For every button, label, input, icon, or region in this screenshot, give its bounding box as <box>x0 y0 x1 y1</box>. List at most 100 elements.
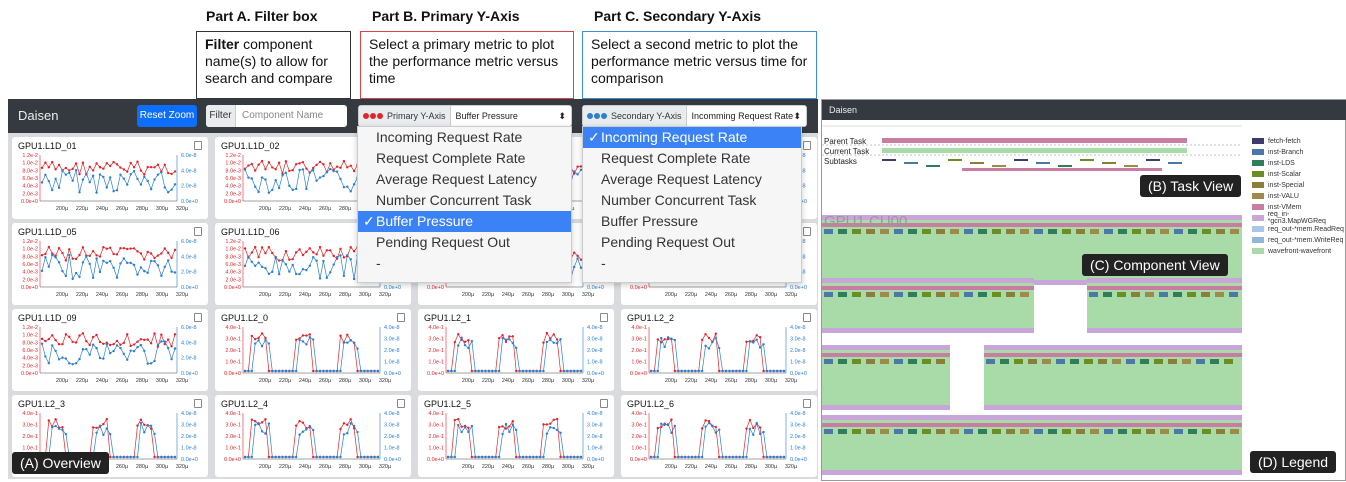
save-icon[interactable] <box>803 227 811 236</box>
secondary-point <box>47 179 51 183</box>
secondary-menu-item[interactable]: - <box>583 253 801 274</box>
subtask-bar <box>1124 165 1138 167</box>
save-icon[interactable] <box>803 313 811 322</box>
save-icon[interactable] <box>397 313 405 322</box>
right-tick-label: 3.0e-8 <box>587 423 603 429</box>
secondary-point <box>470 424 474 428</box>
save-icon[interactable] <box>803 141 811 150</box>
menu-item-label: Average Request Latency <box>376 171 537 187</box>
secondary-point <box>146 362 149 365</box>
secondary-point <box>687 369 690 373</box>
x-tick-label: 200µ <box>259 378 272 384</box>
metric-panel[interactable]: GPU1.L2_5 4.0e-1 3.0e-1 2.0e-1 1.0e-1 0.0e+0 4… <box>418 395 614 477</box>
x-tick-label: 320µ <box>176 292 189 298</box>
left-tick-label: 6.0e-3 <box>22 348 38 354</box>
metric-panel[interactable]: GPU1.L2_2 4.0e-1 3.0e-1 2.0e-1 1.0e-1 0.0e+0 4… <box>621 309 817 391</box>
inst-bar <box>986 359 995 364</box>
x-tick-label: 260µ <box>319 292 332 298</box>
primary-point <box>515 455 518 459</box>
primary-menu-item[interactable]: Incoming Request Rate <box>358 127 571 148</box>
secondary-point <box>322 259 325 263</box>
legend-swatch <box>1252 182 1264 188</box>
secondary-menu-item[interactable]: Buffer Pressure <box>583 211 801 232</box>
secondary-point <box>748 340 752 343</box>
secondary-point <box>267 191 271 194</box>
primary-point <box>555 338 559 341</box>
save-icon[interactable] <box>194 227 202 236</box>
inst-bar <box>1168 359 1177 364</box>
secondary-menu-item[interactable]: Pending Request Out <box>583 232 801 253</box>
metric-panel[interactable]: GPU1.L2_0 4.0e-1 3.0e-1 2.0e-1 1.0e-1 0.0e+0 4… <box>215 309 411 391</box>
secondary-point <box>335 369 339 373</box>
brand[interactable]: Daisen <box>18 108 58 123</box>
secondary-point <box>115 455 119 459</box>
taskview-brand[interactable]: Daisen <box>829 105 857 115</box>
secondary-point <box>260 176 264 179</box>
secondary-menu-item[interactable]: Number Concurrent Task <box>583 190 801 211</box>
secondary-point <box>511 423 514 426</box>
save-icon[interactable] <box>803 399 811 408</box>
secondary-point <box>694 369 697 373</box>
save-icon[interactable] <box>600 313 608 322</box>
save-icon[interactable] <box>194 313 202 322</box>
primary-point <box>156 254 160 257</box>
inst-bar <box>824 292 833 297</box>
primary-point <box>170 172 173 176</box>
secondary-point <box>91 276 95 279</box>
metric-panel[interactable]: GPU1.L2_4 4.0e-1 3.0e-1 2.0e-1 1.0e-1 0.0e+0 4… <box>215 395 411 477</box>
secondary-point <box>166 455 170 459</box>
save-icon[interactable] <box>194 399 202 408</box>
metric-panel[interactable]: GPU1.L2_1 4.0e-1 3.0e-1 2.0e-1 1.0e-1 0.0e+0 4… <box>418 309 614 391</box>
metric-panel[interactable]: GPU1.L2_6 4.0e-1 3.0e-1 2.0e-1 1.0e-1 0.0e+0 4… <box>621 395 817 477</box>
secondary-point <box>339 254 342 257</box>
primary-menu-item[interactable]: Number Concurrent Task <box>358 190 571 211</box>
inst-bar <box>1201 292 1210 297</box>
secondary-point <box>356 347 359 350</box>
secondary-point <box>683 369 687 373</box>
secondary-axis-select[interactable]: Secondary Y-Axis Incomming Request Rate ⬍ <box>582 105 807 127</box>
secondary-point <box>318 277 322 280</box>
primary-menu-item[interactable]: Pending Request Out <box>358 232 571 253</box>
secondary-point <box>315 369 318 373</box>
primary-point <box>64 333 68 336</box>
primary-menu-item[interactable]: - <box>358 253 571 274</box>
metric-panel[interactable]: GPU1.L1D_05 1.2e-2 1.0e-2 8.0e-3 6.0e-3 4.0e-… <box>12 223 208 305</box>
primary-menu-item[interactable]: Request Complete Rate <box>358 148 571 169</box>
secondary-menu-item[interactable]: Request Complete Rate <box>583 148 801 169</box>
secondary-menu-item[interactable]: Average Request Latency <box>583 169 801 190</box>
primary-menu-item[interactable]: ✓ Buffer Pressure <box>358 211 571 232</box>
inst-bar <box>1173 292 1182 297</box>
primary-point <box>758 336 762 339</box>
filter-input[interactable]: Component Name <box>236 105 347 127</box>
inst-bar <box>1230 229 1239 234</box>
metric-panel[interactable]: GPU1.L1D_09 1.2e-2 1.0e-2 8.0e-3 6.0e-3 4.0e-… <box>12 309 208 391</box>
secondary-point <box>139 183 143 186</box>
metric-panel[interactable]: GPU1.L1D_01 1.2e-2 1.0e-2 8.0e-3 6.0e-3 4.0e-… <box>12 137 208 219</box>
primary-point <box>284 250 288 253</box>
left-tick-label: 8.0e-3 <box>225 168 241 174</box>
primary-point <box>660 341 663 344</box>
reset-zoom-button[interactable]: Reset Zoom <box>137 105 197 127</box>
right-tick-label: 2.0e-8 <box>587 434 603 440</box>
x-tick-label: 240µ <box>299 378 312 384</box>
save-icon[interactable] <box>397 399 405 408</box>
inst-bar <box>1159 292 1168 297</box>
secondary-menu-item[interactable]: ✓ Incoming Request Rate <box>583 127 801 148</box>
panel-chart: 4.0e-1 3.0e-1 2.0e-1 1.0e-1 0.0e+0 4.0e-8 3.0e… <box>630 325 807 384</box>
secondary-point <box>146 271 149 274</box>
secondary-point <box>700 455 704 459</box>
inst-bar <box>1174 229 1183 234</box>
x-tick-label: 280µ <box>339 206 352 212</box>
secondary-point <box>122 352 126 356</box>
secondary-point <box>769 369 772 373</box>
secondary-point <box>149 362 153 365</box>
primary-menu-item[interactable]: Average Request Latency <box>358 169 571 190</box>
primary-axis-select[interactable]: Primary Y-Axis Buffer Pressure ⬍ <box>358 105 572 127</box>
save-icon[interactable] <box>600 399 608 408</box>
legend-item: wavefront-wavefront <box>1252 246 1331 256</box>
secondary-point <box>163 455 166 459</box>
save-icon[interactable] <box>194 141 202 150</box>
left-tick-label: 6.0e-3 <box>22 262 38 268</box>
subtask-bar <box>1080 159 1094 161</box>
secondary-point <box>243 264 247 268</box>
